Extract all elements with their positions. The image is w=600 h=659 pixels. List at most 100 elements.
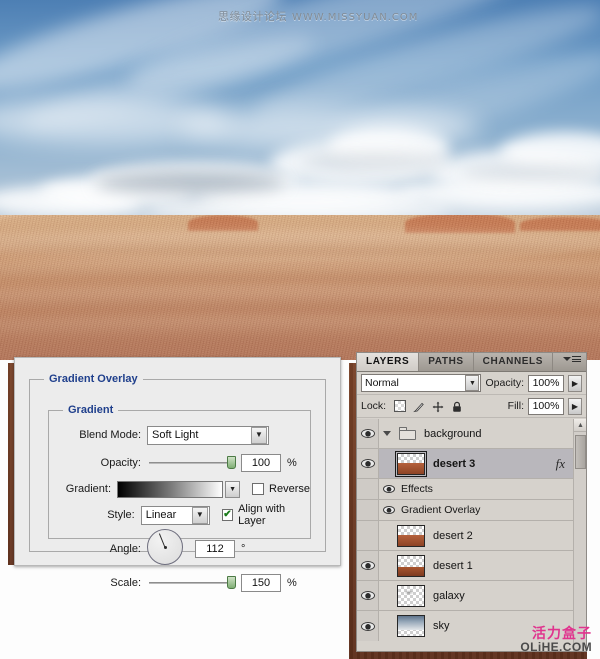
effect-row-gradient-overlay[interactable]: Gradient Overlay xyxy=(357,500,586,521)
blend-mode-label: Blend Mode: xyxy=(79,429,141,441)
reverse-checkbox-box[interactable] xyxy=(252,483,265,495)
lock-image-icon[interactable] xyxy=(413,400,425,413)
blend-mode-select[interactable]: Soft Light ▼ xyxy=(147,425,269,445)
layer-row-desert-1[interactable]: desert 1 xyxy=(357,551,586,581)
eye-icon[interactable] xyxy=(360,561,375,570)
panel-menu-icon[interactable] xyxy=(563,356,581,362)
layer-row-background[interactable]: background xyxy=(357,419,586,449)
eye-icon[interactable] xyxy=(360,429,375,438)
tab-channels[interactable]: CHANNELS xyxy=(474,353,554,371)
layer-list-scrollbar[interactable]: ▲ xyxy=(573,419,586,651)
style-select[interactable]: Linear ▼ xyxy=(140,505,210,525)
lock-transparency-icon[interactable] xyxy=(394,400,407,412)
layer-thumbnail-desert-2[interactable] xyxy=(397,524,425,547)
effect-eye-spacer xyxy=(357,500,379,520)
layer-row-desert-2[interactable]: desert 2 xyxy=(357,521,586,551)
group-expand-toggle[interactable] xyxy=(379,431,395,436)
tab-layers[interactable]: LAYERS xyxy=(357,353,420,371)
gradient-picker[interactable]: ▼ xyxy=(117,480,241,498)
layer-opacity-label: Opacity: xyxy=(485,377,524,389)
visibility-toggle-background[interactable] xyxy=(357,419,379,448)
align-with-layer-checkbox-box[interactable]: ✔ xyxy=(221,509,234,521)
style-value: Linear xyxy=(145,509,177,521)
layer-thumbnail-galaxy[interactable] xyxy=(397,584,425,607)
layer-row-galaxy[interactable]: galaxy xyxy=(357,581,586,611)
scale-input[interactable]: 150 xyxy=(241,574,281,592)
chevron-down-icon[interactable]: ▼ xyxy=(191,506,208,524)
fx-icon[interactable]: fx xyxy=(556,456,565,472)
angle-dial-wrap[interactable] xyxy=(147,529,187,569)
chevron-down-icon[interactable] xyxy=(383,431,391,436)
scrollbar-thumb[interactable] xyxy=(575,435,586,469)
align-with-layer-checkbox[interactable]: ✔ Align with Layer xyxy=(221,503,310,527)
layer-blend-mode-select[interactable]: Normal ▼ xyxy=(361,374,482,392)
layer-name: galaxy xyxy=(433,589,465,602)
fill-input[interactable]: 100% xyxy=(528,397,564,415)
panel-tab-bar[interactable]: LAYERS PATHS CHANNELS xyxy=(357,353,586,372)
blend-mode-opacity-row: Normal ▼ Opacity: 100% ▶ xyxy=(357,372,586,395)
gradient-title: Gradient xyxy=(63,404,119,416)
layer-name: background xyxy=(424,427,482,440)
visibility-toggle-desert-1[interactable] xyxy=(357,551,379,580)
bottom-watermark-domain: OLiHE.COM xyxy=(520,640,592,655)
effects-label: Effects xyxy=(401,483,433,495)
eye-icon[interactable] xyxy=(360,459,375,468)
fill-stepper-icon[interactable]: ▶ xyxy=(568,397,582,415)
align-with-layer-label: Align with Layer xyxy=(238,503,286,527)
gradient-preset-chevron-down-icon[interactable]: ▼ xyxy=(225,480,241,498)
layer-opacity-value: 100% xyxy=(532,377,560,389)
angle-unit: ° xyxy=(241,543,246,555)
scale-slider-thumb[interactable] xyxy=(227,576,236,589)
visibility-toggle-galaxy[interactable] xyxy=(357,581,379,610)
visibility-toggle-sky[interactable] xyxy=(357,611,379,641)
gradient-overlay-title: Gradient Overlay xyxy=(44,373,143,385)
effects-header-row[interactable]: Effects xyxy=(357,479,586,500)
layer-thumbnail-desert-3[interactable] xyxy=(395,450,427,477)
lock-label: Lock: xyxy=(361,400,387,412)
angle-value: 112 xyxy=(206,543,224,555)
lock-icon-group[interactable] xyxy=(394,400,463,413)
lock-all-icon[interactable] xyxy=(451,400,463,412)
tab-paths[interactable]: PATHS xyxy=(419,353,474,371)
eye-icon[interactable] xyxy=(383,485,395,493)
visibility-toggle-desert-3[interactable] xyxy=(357,449,379,478)
effect-name: Gradient Overlay xyxy=(401,504,481,516)
effects-eye-spacer xyxy=(357,479,379,499)
chevron-down-icon[interactable]: ▼ xyxy=(465,375,480,391)
layer-row-desert-3[interactable]: desert 3 fx xyxy=(357,449,586,479)
eye-icon[interactable] xyxy=(360,621,375,631)
layer-list[interactable]: background desert 3 fx Effects Gradient … xyxy=(357,419,586,651)
gradient-overlay-dialog[interactable]: Gradient Overlay Gradient Blend Mode: So… xyxy=(14,357,341,592)
angle-dial[interactable] xyxy=(147,529,183,565)
scroll-up-icon[interactable]: ▲ xyxy=(574,419,586,432)
opacity-stepper-icon[interactable]: ▶ xyxy=(568,374,582,392)
angle-label: Angle: xyxy=(109,543,141,555)
gradient-preview-swatch[interactable] xyxy=(117,480,224,498)
opacity-slider[interactable] xyxy=(149,456,236,470)
reverse-checkbox[interactable]: Reverse xyxy=(252,483,310,495)
scale-slider[interactable] xyxy=(149,576,236,590)
layer-name: desert 2 xyxy=(433,529,473,542)
layer-opacity-input[interactable]: 100% xyxy=(528,374,564,392)
visibility-toggle-desert-2[interactable] xyxy=(357,521,379,550)
lock-position-icon[interactable] xyxy=(432,400,444,413)
layer-blend-mode-value: Normal xyxy=(365,377,399,389)
eye-icon[interactable] xyxy=(360,591,375,600)
layers-panel[interactable]: LAYERS PATHS CHANNELS Normal ▼ Opacity: … xyxy=(356,352,587,652)
bottom-watermark-cn: 活力盒子 xyxy=(532,625,592,642)
opacity-row: Opacity: 100 % xyxy=(49,453,310,473)
opacity-slider-thumb[interactable] xyxy=(227,456,236,469)
dialog-inner-frame: Gradient Overlay Gradient Blend Mode: So… xyxy=(21,363,334,592)
opacity-unit: % xyxy=(287,457,297,469)
bottom-watermark: 活力盒子 OLiHE.COM xyxy=(520,627,592,654)
angle-row: Angle: 112 ° xyxy=(49,529,310,569)
layer-thumbnail-desert-1[interactable] xyxy=(397,554,425,577)
document-canvas[interactable]: 思缘设计论坛 WWW.MISSYUAN.COM xyxy=(0,0,600,360)
layer-name: desert 1 xyxy=(433,559,473,572)
style-row: Style: Linear ▼ ✔ Align with Layer xyxy=(49,503,310,527)
eye-icon[interactable] xyxy=(383,506,395,514)
opacity-input[interactable]: 100 xyxy=(241,454,281,472)
layer-thumbnail-sky[interactable] xyxy=(397,615,425,637)
chevron-down-icon[interactable]: ▼ xyxy=(251,426,267,444)
angle-input[interactable]: 112 xyxy=(195,540,235,558)
